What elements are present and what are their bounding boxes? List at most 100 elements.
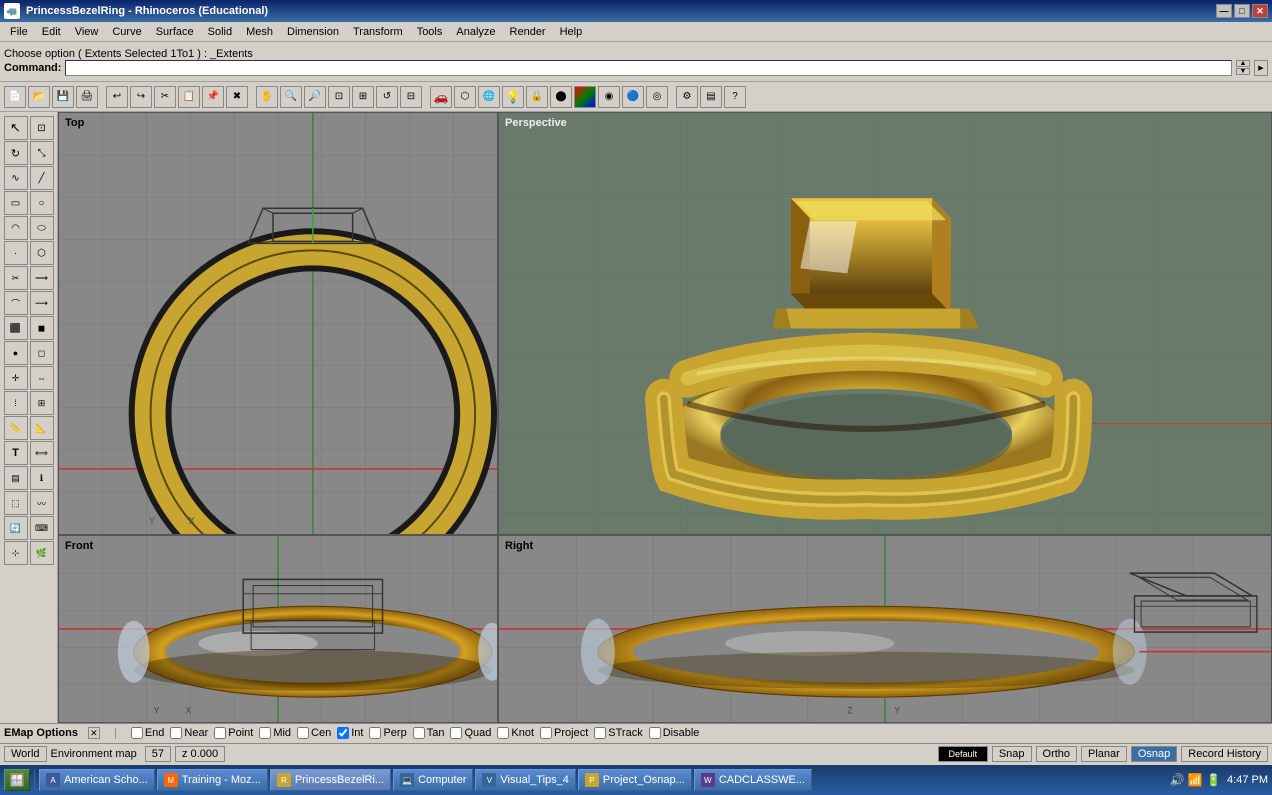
snap-status[interactable]: Snap [992, 746, 1032, 762]
open-button[interactable]: 📂 [28, 86, 50, 108]
record-history-status[interactable]: Record History [1181, 746, 1268, 762]
print-button[interactable]: 🖨 [76, 86, 98, 108]
cut-button[interactable]: ✂ [154, 86, 176, 108]
line-tool[interactable]: ╱ [30, 166, 54, 190]
color-icon[interactable] [574, 86, 596, 108]
sphere-create-tool[interactable]: ● [4, 341, 28, 365]
script-tool[interactable]: ⌨ [30, 516, 54, 540]
poly-tool[interactable]: ⬡ [30, 241, 54, 265]
checkbox-int[interactable]: Int [337, 727, 363, 739]
grass-tool[interactable]: 🌿 [30, 541, 54, 565]
maximize-button[interactable]: □ [1234, 4, 1250, 18]
new-button[interactable]: 📄 [4, 86, 26, 108]
checkbox-perp[interactable]: Perp [369, 727, 406, 739]
box-tool[interactable]: ◻ [30, 341, 54, 365]
window-controls[interactable]: — □ ✕ [1216, 4, 1268, 18]
taskbar-training-moz[interactable]: M Training - Moz... [157, 769, 268, 791]
taskbar-project-osnap[interactable]: P Project_Osnap... [578, 769, 692, 791]
material-icon[interactable]: ⬤ [550, 86, 572, 108]
sphere-icon[interactable]: 🔵 [622, 86, 644, 108]
circle-tool[interactable]: ○ [30, 191, 54, 215]
menu-transform[interactable]: Transform [347, 24, 409, 40]
measure-tool[interactable]: 📏 [4, 416, 28, 440]
menu-help[interactable]: Help [554, 24, 589, 40]
properties-tool[interactable]: ℹ [30, 466, 54, 490]
checkbox-point[interactable]: Point [214, 727, 253, 739]
paste-button[interactable]: 📌 [202, 86, 224, 108]
color-swatch[interactable]: Default [938, 746, 988, 762]
checkbox-tan[interactable]: Tan [413, 727, 445, 739]
cage-tool[interactable]: ⬚ [4, 491, 28, 515]
taskbar-visual-tips[interactable]: V Visual_Tips_4 [475, 769, 576, 791]
dimension-tool[interactable]: ⟺ [30, 441, 54, 465]
lock-icon[interactable]: 🔒 [526, 86, 548, 108]
undo-button[interactable]: ↩ [106, 86, 128, 108]
minimize-button[interactable]: — [1216, 4, 1232, 18]
viewport-front[interactable]: Front [58, 535, 498, 723]
osnap-status[interactable]: Osnap [1131, 746, 1177, 762]
checkbox-quad[interactable]: Quad [450, 727, 491, 739]
close-button[interactable]: ✕ [1252, 4, 1268, 18]
group-tool[interactable]: ⊞ [30, 391, 54, 415]
viewport-top[interactable]: Top [58, 112, 498, 535]
scale-tool[interactable]: ⤡ [30, 141, 54, 165]
car-icon[interactable]: 🚗 [430, 86, 452, 108]
ellipse-tool[interactable]: ⬭ [30, 216, 54, 240]
delete-button[interactable]: ✖ [226, 86, 248, 108]
layer-tool[interactable]: ▤ [4, 466, 28, 490]
rect-tool[interactable]: ▭ [4, 191, 28, 215]
render-icon[interactable]: ◉ [598, 86, 620, 108]
select2-tool[interactable]: ⊡ [30, 116, 54, 140]
checkbox-mid[interactable]: Mid [259, 727, 291, 739]
planar-status[interactable]: Planar [1081, 746, 1127, 762]
layers-icon[interactable]: ▤ [700, 86, 722, 108]
taskbar-american-school[interactable]: A American Scho... [39, 769, 155, 791]
text-tool[interactable]: T [4, 441, 28, 465]
array-tool[interactable]: ⁞ [4, 391, 28, 415]
menu-dimension[interactable]: Dimension [281, 24, 345, 40]
settings-icon[interactable]: ⚙ [676, 86, 698, 108]
menu-curve[interactable]: Curve [106, 24, 147, 40]
taskbar-cadclass[interactable]: W CADCLASSWE... [694, 769, 812, 791]
zoom-button[interactable]: 🔍 [280, 86, 302, 108]
menu-analyze[interactable]: Analyze [450, 24, 501, 40]
extrude-tool[interactable]: ⬛ [4, 316, 28, 340]
menu-edit[interactable]: Edit [36, 24, 67, 40]
zoom-window-button[interactable]: ⊡ [328, 86, 350, 108]
curve-tool[interactable]: ∿ [4, 166, 28, 190]
fillet-tool[interactable]: ⌒ [4, 291, 28, 315]
scroll-right-button[interactable]: ▶ [1254, 60, 1268, 76]
surface-tool[interactable]: ◼ [30, 316, 54, 340]
history-tool[interactable]: 🔄 [4, 516, 28, 540]
emap-close-button[interactable]: ✕ [88, 727, 100, 739]
flow-tool[interactable]: 〰 [30, 491, 54, 515]
env-map-value[interactable]: 57 [145, 746, 171, 762]
start-button[interactable]: 🪟 [4, 769, 30, 791]
checkbox-knot[interactable]: Knot [497, 727, 534, 739]
menu-mesh[interactable]: Mesh [240, 24, 279, 40]
redo-button[interactable]: ↪ [130, 86, 152, 108]
move-tool[interactable]: ✛ [4, 366, 28, 390]
copy-button[interactable]: 📋 [178, 86, 200, 108]
zoom-extents-button[interactable]: ⊞ [352, 86, 374, 108]
checkbox-strack[interactable]: STrack [594, 727, 642, 739]
checkbox-disable[interactable]: Disable [649, 727, 700, 739]
command-input[interactable] [65, 60, 1232, 76]
pan-button[interactable]: ✋ [256, 86, 278, 108]
menu-tools[interactable]: Tools [411, 24, 449, 40]
menu-view[interactable]: View [69, 24, 105, 40]
analyze-tool[interactable]: 📐 [30, 416, 54, 440]
extend-tool[interactable]: ⟶ [30, 266, 54, 290]
checkbox-project[interactable]: Project [540, 727, 588, 739]
checkbox-near[interactable]: Near [170, 727, 208, 739]
trim-tool[interactable]: ✂ [4, 266, 28, 290]
menu-render[interactable]: Render [504, 24, 552, 40]
mirror-tool[interactable]: ⇔ [30, 366, 54, 390]
help-icon[interactable]: ? [724, 86, 746, 108]
checkbox-cen[interactable]: Cen [297, 727, 331, 739]
taskbar-computer[interactable]: 💻 Computer [393, 769, 473, 791]
menu-file[interactable]: File [4, 24, 34, 40]
select-tool[interactable]: ↖ [4, 116, 28, 140]
ortho-status[interactable]: Ortho [1036, 746, 1078, 762]
lamp-icon[interactable]: 💡 [502, 86, 524, 108]
